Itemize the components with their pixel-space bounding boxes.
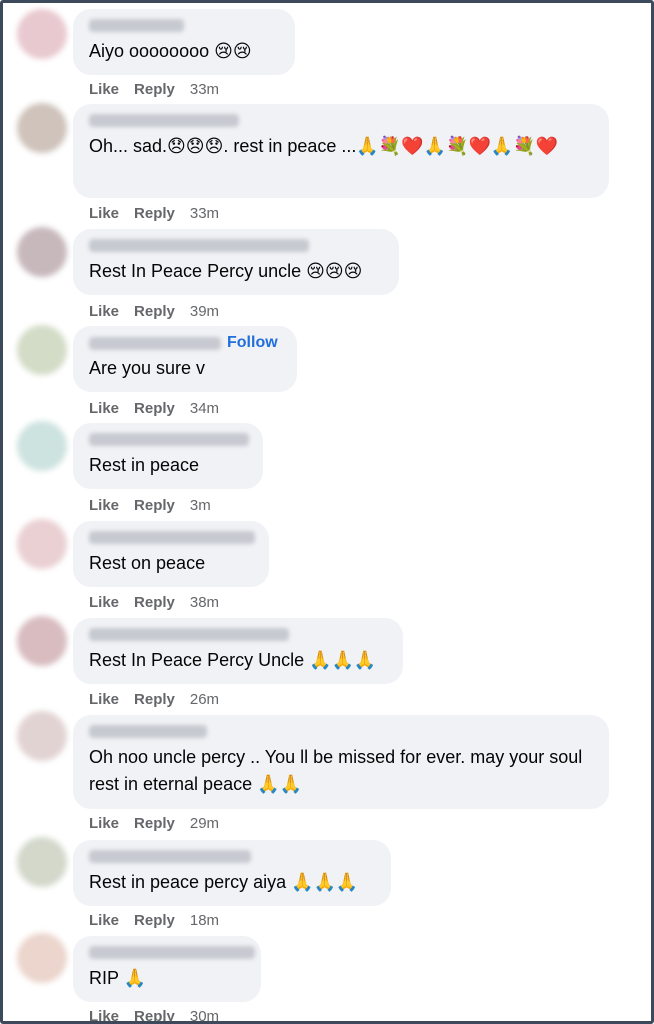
author-name[interactable] [89, 946, 255, 960]
comment-actions: Like Reply 18m [89, 912, 234, 929]
avatar[interactable] [17, 519, 67, 569]
author-name[interactable] [89, 114, 239, 128]
like-button[interactable]: Like [89, 1008, 119, 1021]
author-name[interactable] [89, 239, 309, 253]
like-button[interactable]: Like [89, 400, 119, 417]
comment-bubble: Oh... sad.😞😞😞. rest in peace ...🙏💐❤️🙏💐❤️… [73, 104, 609, 198]
like-button[interactable]: Like [89, 594, 119, 611]
comment-time[interactable]: 29m [190, 815, 219, 832]
avatar[interactable] [17, 421, 67, 471]
like-button[interactable]: Like [89, 912, 119, 929]
comment-bubble: Rest on peace [73, 521, 269, 587]
comment-text: Rest in peace [89, 455, 200, 475]
like-button[interactable]: Like [89, 303, 119, 320]
comment-bubble: Oh noo uncle percy .. You ll be missed f… [73, 715, 609, 809]
author-name[interactable] [89, 531, 255, 545]
comment-time[interactable]: 3m [190, 497, 211, 514]
avatar[interactable] [17, 711, 67, 761]
comment-actions: Like Reply 33m [89, 205, 234, 222]
reply-button[interactable]: Reply [134, 400, 175, 417]
author-name[interactable] [89, 850, 251, 864]
comment-text: Rest In Peace Percy Uncle 🙏🙏🙏 [89, 650, 377, 670]
comment-text: Rest in peace percy aiya 🙏🙏🙏 [89, 872, 359, 892]
reply-button[interactable]: Reply [134, 303, 175, 320]
comment-actions: Like Reply 33m [89, 81, 234, 98]
like-button[interactable]: Like [89, 815, 119, 832]
author-name[interactable] [89, 433, 249, 447]
comment-text: Rest on peace [89, 553, 206, 573]
comment-bubble: RIP 🙏 [73, 936, 261, 1002]
like-button[interactable]: Like [89, 497, 119, 514]
follow-button[interactable]: Follow [227, 334, 278, 351]
comment-actions: Like Reply 26m [89, 691, 234, 708]
comment-actions: Like Reply 29m [89, 815, 234, 832]
comment-time[interactable]: 38m [190, 594, 219, 611]
like-button[interactable]: Like [89, 205, 119, 222]
comment-time[interactable]: 33m [190, 205, 219, 222]
comment-actions: Like Reply 34m [89, 400, 234, 417]
comment-text: Oh noo uncle percy .. You ll be missed f… [89, 747, 583, 794]
reply-button[interactable]: Reply [134, 205, 175, 222]
comment-bubble: Rest in peace percy aiya 🙏🙏🙏 [73, 840, 391, 906]
comment-time[interactable]: 39m [190, 303, 219, 320]
comment-bubble: Rest In Peace Percy uncle 😢😢😢 [73, 229, 399, 295]
comment-text: Rest In Peace Percy uncle 😢😢😢 [89, 261, 363, 281]
comment-bubble: Rest in peace [73, 423, 263, 489]
comment-time[interactable]: 30m [190, 1008, 219, 1021]
like-button[interactable]: Like [89, 691, 119, 708]
reply-button[interactable]: Reply [134, 81, 175, 98]
reply-button[interactable]: Reply [134, 1008, 175, 1021]
author-name[interactable] [89, 725, 207, 739]
comment-bubble: Aiyo oooooooo 😢😢 [73, 9, 295, 75]
reply-button[interactable]: Reply [134, 594, 175, 611]
comment-bubble: Rest In Peace Percy Uncle 🙏🙏🙏 [73, 618, 403, 684]
author-name[interactable] [89, 336, 221, 350]
comment-actions: Like Reply 39m [89, 303, 234, 320]
avatar[interactable] [17, 933, 67, 983]
comment-text: Are you sure v [89, 358, 206, 378]
comment-time[interactable]: 33m [190, 81, 219, 98]
author-name[interactable] [89, 19, 184, 33]
comment-actions: Like Reply 3m [89, 497, 226, 514]
reply-button[interactable]: Reply [134, 497, 175, 514]
avatar[interactable] [17, 837, 67, 887]
comment-bubble: Follow Are you sure v [73, 326, 297, 392]
comment-thread: Aiyo oooooooo 😢😢 Like Reply 33m Oh... sad.… [0, 0, 654, 1024]
comment-text: RIP 🙏 [89, 968, 147, 988]
comment-text: Aiyo oooooooo 😢😢 [89, 41, 252, 61]
comment-actions: Like Reply 38m [89, 594, 234, 611]
comment-text: Oh... sad.😞😞😞. rest in peace ...🙏💐❤️🙏💐❤️… [89, 136, 559, 156]
comment-time[interactable]: 18m [190, 912, 219, 929]
avatar[interactable] [17, 227, 67, 277]
like-button[interactable]: Like [89, 81, 119, 98]
reply-button[interactable]: Reply [134, 691, 175, 708]
avatar[interactable] [17, 103, 67, 153]
comment-time[interactable]: 26m [190, 691, 219, 708]
avatar[interactable] [17, 616, 67, 666]
reply-button[interactable]: Reply [134, 912, 175, 929]
author-name[interactable] [89, 628, 289, 642]
avatar[interactable] [17, 325, 67, 375]
comment-actions: Like Reply 30m [89, 1008, 234, 1021]
avatar[interactable] [17, 9, 67, 59]
comment-time[interactable]: 34m [190, 400, 219, 417]
reply-button[interactable]: Reply [134, 815, 175, 832]
